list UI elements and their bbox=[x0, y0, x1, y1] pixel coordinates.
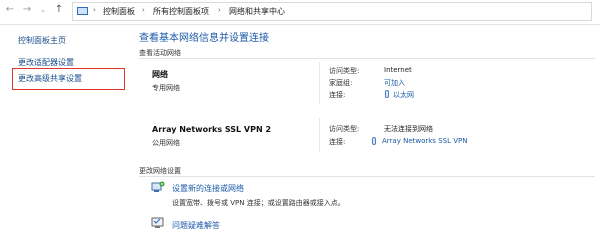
breadcrumb-all-items[interactable]: 所有控制面板项 bbox=[153, 6, 209, 17]
vpn-access-type-label: 访问类型: bbox=[329, 125, 360, 133]
page-title: 查看基本网络信息并设置连接 bbox=[139, 33, 269, 44]
control-panel-icon bbox=[77, 7, 88, 15]
new-connection-icon bbox=[151, 181, 165, 192]
section-change-settings: 更改网络设置 bbox=[139, 167, 181, 175]
history-dropdown-icon[interactable]: ⌄ bbox=[36, 6, 50, 14]
setup-new-connection-link[interactable]: 设置新的连接或网络 bbox=[172, 183, 244, 194]
section-divider bbox=[139, 176, 595, 177]
network-1-name: 网络 bbox=[152, 70, 168, 79]
homegroup-link[interactable]: 可加入 bbox=[384, 78, 405, 88]
access-type-value: Internet bbox=[384, 66, 412, 74]
section-divider bbox=[139, 58, 595, 59]
homegroup-label: 家庭组: bbox=[329, 79, 353, 87]
highlight-box bbox=[12, 68, 125, 90]
nav-control-panel-home[interactable]: 控制面板主页 bbox=[18, 35, 66, 46]
troubleshoot-icon bbox=[151, 217, 164, 228]
ethernet-link[interactable]: 以太网 bbox=[393, 90, 414, 100]
network-1-type[interactable]: 专用网络 bbox=[152, 83, 180, 93]
troubleshoot-link[interactable]: 问题疑难解答 bbox=[172, 220, 220, 231]
access-type-label: 访问类型: bbox=[329, 67, 360, 75]
section-active-networks: 查看活动网络 bbox=[139, 49, 181, 57]
column-divider bbox=[319, 118, 320, 152]
network-2-name: Array Networks SSL VPN 2 bbox=[152, 125, 272, 134]
nav-change-adapter-settings[interactable]: 更改适配器设置 bbox=[18, 57, 74, 68]
connection-label: 连接: bbox=[329, 91, 346, 99]
breadcrumb-separator-icon[interactable]: › bbox=[218, 6, 221, 14]
breadcrumb-separator-icon[interactable]: › bbox=[142, 6, 145, 14]
vpn-connection-link[interactable]: Array Networks SSL VPN bbox=[382, 137, 467, 145]
column-divider bbox=[319, 62, 320, 104]
back-icon[interactable]: ← bbox=[3, 4, 17, 15]
breadcrumb-network-center[interactable]: 网络和共享中心 bbox=[229, 6, 285, 17]
setup-new-connection-desc: 设置宽带、拨号或 VPN 连接；或设置路由器或接入点。 bbox=[172, 199, 345, 207]
vpn-connection-label: 连接: bbox=[329, 138, 346, 146]
breadcrumb-control-panel[interactable]: 控制面板 bbox=[103, 6, 135, 17]
up-icon[interactable]: ↑ bbox=[52, 4, 66, 15]
vpn-connection-icon bbox=[372, 137, 376, 145]
ethernet-icon bbox=[385, 90, 389, 98]
forward-icon[interactable]: → bbox=[20, 4, 34, 15]
network-2-type: 公用网络 bbox=[152, 139, 180, 147]
address-bar-row: ← → ⌄ ↑ › 控制面板 › 所有控制面板项 › 网络和共享中心 bbox=[0, 0, 600, 25]
breadcrumb-separator-icon[interactable]: › bbox=[93, 6, 96, 14]
vpn-access-type-value: 无法连接到网络 bbox=[384, 125, 433, 133]
address-bar[interactable]: › 控制面板 › 所有控制面板项 › 网络和共享中心 bbox=[72, 2, 592, 21]
